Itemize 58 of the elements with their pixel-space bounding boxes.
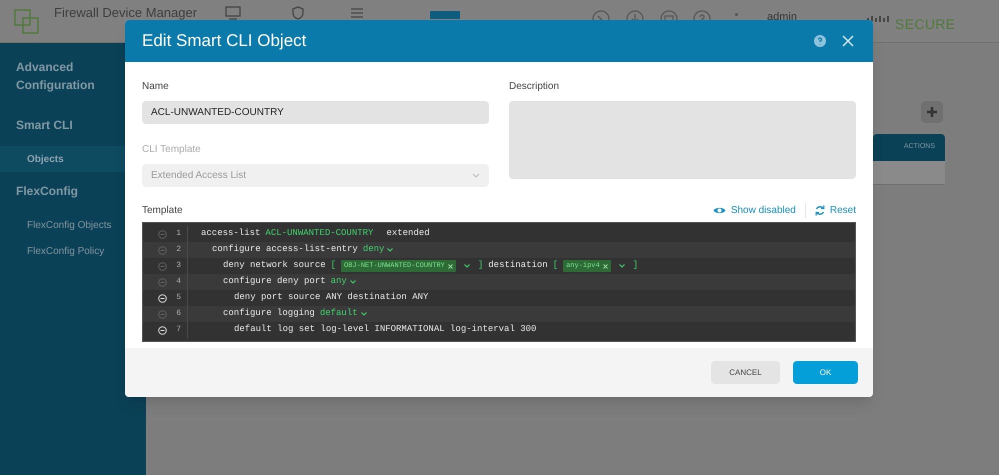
code-text: access-list bbox=[201, 227, 260, 240]
chevron-icon bbox=[387, 248, 394, 252]
field-label: Name bbox=[142, 80, 170, 93]
chevron-icon bbox=[360, 312, 367, 316]
help-icon[interactable] bbox=[814, 35, 826, 47]
shield-icon[interactable] bbox=[291, 6, 305, 20]
section-label: Template bbox=[142, 204, 183, 218]
code-text: configure access-list-entry bbox=[212, 243, 358, 256]
monitor-icon[interactable] bbox=[225, 6, 241, 20]
bracket: ] bbox=[632, 259, 638, 272]
add-button[interactable] bbox=[921, 101, 943, 123]
line-number: 1 bbox=[176, 228, 181, 240]
line-number: 5 bbox=[176, 292, 181, 304]
chevron-icon bbox=[464, 264, 470, 268]
brand-label: SECURE bbox=[895, 15, 956, 34]
dialog-title: Edit Smart CLI Object bbox=[142, 30, 306, 52]
link[interactable]: Show disabled bbox=[730, 202, 796, 218]
plus-icon bbox=[926, 106, 938, 118]
code-text: configure deny port bbox=[223, 275, 326, 288]
description-field[interactable] bbox=[509, 101, 856, 179]
bracket: [ bbox=[330, 259, 336, 272]
dropdown[interactable]: any bbox=[330, 275, 356, 289]
code-text: deny port source ANY destination ANY bbox=[234, 291, 428, 304]
code-text: configure logging bbox=[223, 307, 315, 320]
cancel-button[interactable]: CANCEL bbox=[711, 361, 780, 384]
line-number: 7 bbox=[176, 324, 181, 336]
dropdown[interactable]: default bbox=[320, 307, 367, 321]
chevron-icon bbox=[350, 280, 356, 284]
line-number: 4 bbox=[176, 276, 181, 288]
code-value: ACL-UNWANTED-COUNTRY bbox=[265, 227, 374, 240]
bracket: ] bbox=[478, 259, 484, 272]
chevron-icon bbox=[472, 173, 480, 178]
close-icon[interactable] bbox=[842, 35, 854, 47]
field-label: Description bbox=[509, 80, 560, 93]
ok-button[interactable]: OK bbox=[793, 361, 858, 384]
section-title: Smart CLI bbox=[15, 117, 74, 134]
remove-icon[interactable] bbox=[448, 264, 453, 268]
link[interactable]: Reset bbox=[830, 202, 856, 218]
dropdown[interactable]: deny bbox=[362, 243, 394, 257]
app-title: Firewall Device Manager bbox=[54, 4, 198, 22]
remove-icon[interactable] bbox=[602, 264, 608, 268]
line-number: 6 bbox=[176, 308, 181, 320]
table-row bbox=[873, 161, 945, 185]
code-text: deny network source bbox=[223, 259, 326, 272]
logo-icon bbox=[14, 9, 40, 35]
code-text: default log set log-level INFORMATIONAL log-interval 300 bbox=[234, 323, 536, 336]
code-text: extended bbox=[386, 227, 430, 240]
refresh-icon bbox=[814, 204, 825, 216]
chevron-icon bbox=[618, 264, 625, 268]
eye-icon bbox=[712, 206, 726, 214]
sliders-icon[interactable] bbox=[350, 6, 364, 20]
line-number: 3 bbox=[176, 260, 181, 272]
bracket: [ bbox=[552, 259, 558, 272]
line-number: 2 bbox=[176, 244, 181, 256]
section-title: FlexConfig bbox=[15, 183, 79, 200]
code-text: destination bbox=[488, 259, 548, 272]
kebab-icon[interactable] bbox=[735, 13, 738, 16]
name-field[interactable]: ACL-UNWANTED-COUNTRY bbox=[142, 101, 489, 124]
